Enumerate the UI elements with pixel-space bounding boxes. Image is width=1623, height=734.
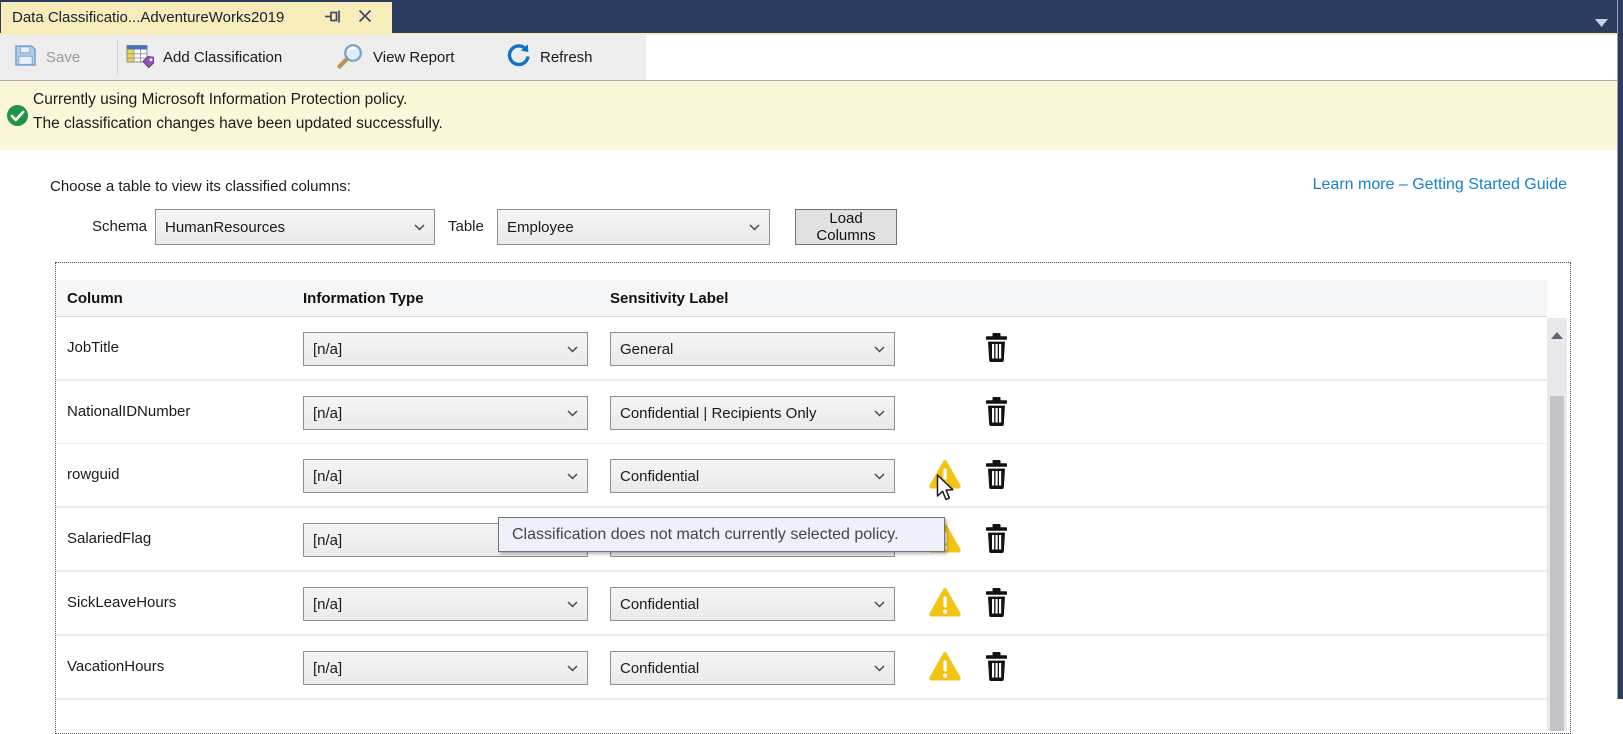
status-banner-text: Currently using Microsoft Information Pr…: [33, 88, 443, 135]
information-type-dropdown-value: [n/a]: [313, 468, 342, 485]
header-sensitivity-label: Sensitivity Label: [610, 280, 728, 317]
sensitivity-label-dropdown-value: Confidential: [620, 660, 699, 677]
table-row: NationalIDNumber [n/a] Confidential | Reci…: [56, 381, 1547, 445]
table-dropdown-value: Employee: [507, 219, 574, 236]
add-classification-icon: [126, 43, 154, 73]
refresh-label: Refresh: [540, 49, 593, 66]
column-name: SickLeaveHours: [67, 572, 176, 634]
delete-classification-button[interactable]: [985, 397, 1008, 426]
information-type-dropdown[interactable]: [n/a]: [303, 332, 588, 366]
column-name: rowguid: [67, 444, 120, 506]
schema-dropdown[interactable]: HumanResources: [155, 209, 435, 245]
header-information-type: Information Type: [303, 280, 424, 317]
policy-mismatch-tooltip: Classification does not match currently …: [498, 517, 945, 552]
load-columns-button[interactable]: Load Columns: [795, 209, 897, 245]
table-row: SickLeaveHours [n/a] Confidential: [56, 572, 1547, 636]
schema-label: Schema: [92, 209, 147, 245]
view-report-label: View Report: [373, 49, 454, 66]
save-button[interactable]: Save: [14, 35, 80, 80]
grid-rows: JobTitle [n/a] General NationalIDNumber [n/a…: [56, 263, 1547, 733]
information-type-dropdown[interactable]: [n/a]: [303, 396, 588, 430]
save-icon: [14, 44, 37, 71]
information-type-dropdown-value: [n/a]: [313, 405, 342, 422]
schema-dropdown-value: HumanResources: [165, 219, 285, 236]
toolbar-separator: [117, 40, 118, 75]
grid-header: Column Information Type Sensitivity Labe…: [56, 280, 1547, 317]
learn-more-link[interactable]: Learn more – Getting Started Guide: [1313, 176, 1567, 194]
mouse-cursor: [936, 474, 958, 509]
refresh-button[interactable]: Refresh: [505, 35, 593, 80]
sensitivity-label-dropdown[interactable]: Confidential: [610, 651, 895, 685]
table-row: JobTitle [n/a] General: [56, 317, 1547, 381]
add-classification-label: Add Classification: [163, 49, 282, 66]
information-type-dropdown[interactable]: [n/a]: [303, 587, 588, 621]
delete-classification-button[interactable]: [985, 524, 1008, 553]
table-row: rowguid [n/a] Confidential: [56, 444, 1547, 508]
column-name: VacationHours: [67, 636, 164, 698]
scrollbar-thumb[interactable]: [1550, 396, 1564, 731]
information-type-dropdown-value: [n/a]: [313, 341, 342, 358]
column-name: SalariedFlag: [67, 508, 151, 570]
vertical-scrollbar[interactable]: [1547, 318, 1567, 731]
save-label: Save: [46, 49, 80, 66]
table-label: Table: [448, 209, 484, 245]
document-list-chevron-down-icon[interactable]: [1595, 14, 1608, 22]
delete-classification-button[interactable]: [985, 460, 1008, 489]
sensitivity-label-dropdown-value: Confidential: [620, 468, 699, 485]
table-row: VacationHours [n/a] Confidential: [56, 636, 1547, 700]
view-report-button[interactable]: View Report: [336, 35, 454, 80]
information-type-dropdown-value: [n/a]: [313, 532, 342, 549]
sensitivity-label-dropdown[interactable]: Confidential: [610, 459, 895, 493]
toolbar: Save Add Classification: [0, 35, 1623, 81]
refresh-icon: [505, 43, 531, 73]
delete-classification-button[interactable]: [985, 588, 1008, 617]
information-type-dropdown[interactable]: [n/a]: [303, 651, 588, 685]
information-type-dropdown-value: [n/a]: [313, 660, 342, 677]
window-edge-strip: [1617, 0, 1623, 699]
information-type-dropdown-value: [n/a]: [313, 596, 342, 613]
sensitivity-label-dropdown[interactable]: General: [610, 332, 895, 366]
sensitivity-label-dropdown-value: Confidential | Recipients Only: [620, 405, 817, 422]
status-line-2: The classification changes have been upd…: [33, 112, 443, 136]
information-type-dropdown[interactable]: [n/a]: [303, 459, 588, 493]
table-dropdown[interactable]: Employee: [497, 209, 770, 245]
chooser-label: Choose a table to view its classified co…: [50, 178, 351, 195]
policy-mismatch-warning-icon[interactable]: [928, 651, 962, 682]
sensitivity-label-dropdown-value: Confidential: [620, 596, 699, 613]
sensitivity-label-dropdown[interactable]: Confidential | Recipients Only: [610, 396, 895, 430]
delete-classification-button[interactable]: [985, 652, 1008, 681]
scroll-up-icon[interactable]: [1551, 326, 1563, 333]
success-check-icon: [6, 104, 29, 127]
column-name: NationalIDNumber: [67, 381, 190, 443]
classification-grid: JobTitle [n/a] General NationalIDNumber [n/a…: [55, 262, 1571, 734]
column-name: JobTitle: [67, 317, 119, 379]
delete-classification-button[interactable]: [985, 333, 1008, 362]
tab-title: Data Classificatio...AdventureWorks2019: [1, 9, 284, 26]
pin-icon[interactable]: [324, 9, 341, 24]
status-line-1: Currently using Microsoft Information Pr…: [33, 88, 443, 112]
add-classification-button[interactable]: Add Classification: [126, 35, 282, 80]
magnifier-icon: [336, 42, 364, 74]
policy-mismatch-warning-icon[interactable]: [928, 587, 962, 618]
header-column: Column: [67, 280, 123, 317]
close-icon[interactable]: [358, 9, 372, 23]
sensitivity-label-dropdown-value: General: [620, 341, 673, 358]
sensitivity-label-dropdown[interactable]: Confidential: [610, 587, 895, 621]
